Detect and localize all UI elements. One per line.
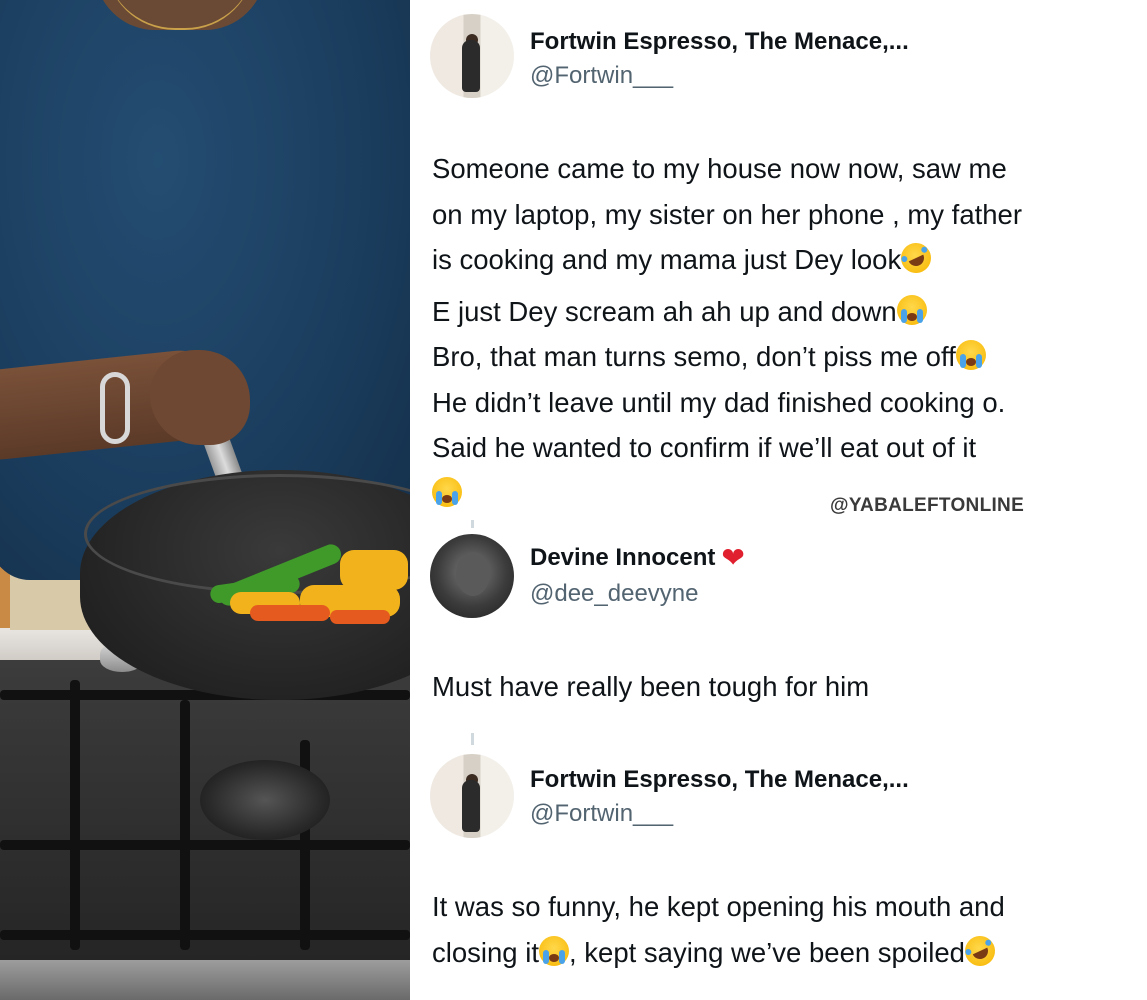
stove-grate [70, 680, 80, 950]
tweet-line: It was so funny, he kept opening his mou… [432, 891, 1005, 922]
author-name-row: Fortwin Espresso, The Menace,... [530, 766, 909, 794]
thread-connector [471, 520, 474, 528]
yellow-pepper [340, 550, 408, 590]
tweet-line: Must have really been tough for him [432, 671, 870, 702]
orange-pepper [250, 605, 330, 621]
rolling-on-floor-laughing-emoji [960, 930, 1000, 971]
tweet-line [432, 471, 1132, 517]
author-name-row: Fortwin Espresso, The Menace,... [530, 28, 909, 56]
watermark: @YABALEFTONLINE [830, 495, 1025, 516]
tweet-line: E just Dey scream ah ah up and down [432, 289, 1132, 335]
tweet-line: He didn’t leave until my dad finished co… [432, 386, 1006, 418]
orange-pepper [330, 610, 390, 624]
author-handle[interactable]: @Fortwin___ [530, 800, 673, 828]
loudly-crying-emoji [955, 340, 986, 370]
loudly-crying-emoji [432, 476, 462, 507]
tweet-line-text: , kept saying we’ve been spoiled [569, 936, 965, 968]
loudly-crying-emoji [896, 294, 927, 325]
tweet-text: Must have really been tough for him [432, 664, 1132, 710]
stove-burner [200, 760, 330, 840]
author-handle[interactable]: @dee_deevyne [530, 580, 699, 608]
devine-avatar[interactable] [430, 534, 514, 618]
tweet-line: Said he wanted to confirm if we’ll eat o… [432, 432, 977, 463]
fortwin-avatar[interactable] [430, 14, 514, 98]
tweet-line-text: is cooking and my mama just Dey look [432, 244, 902, 275]
tweet-text: Someone came to my house now now, saw me… [432, 146, 1132, 516]
cooking-photo [0, 0, 410, 1000]
author-name[interactable]: Fortwin Espresso, The Menace,... [530, 766, 909, 794]
fortwin-avatar[interactable] [430, 754, 514, 838]
author-name[interactable]: Devine Innocent [530, 544, 715, 572]
tweet-line-text: E just Dey scream ah ah up and down [432, 295, 897, 327]
stove-grate [180, 700, 190, 950]
tweet-text: It was so funny, he kept opening his mou… [432, 884, 1132, 975]
stove-grate [0, 840, 410, 850]
avatar-figure [462, 40, 480, 92]
author-name-row: Devine Innocent ❤ [530, 544, 745, 572]
loudly-crying-emoji [539, 935, 569, 966]
hand [150, 350, 250, 445]
tweet-line: Bro, that man turns semo, don’t piss me … [432, 334, 1132, 380]
tweet-line-text: closing it [432, 936, 539, 968]
thread-connector [471, 733, 474, 745]
tweet-line: closing it , kept saying we’ve been spoil… [432, 930, 1132, 976]
red-heart-emoji: ❤ [721, 542, 745, 573]
tweet-line: on my laptop, my sister on her phone , m… [432, 198, 1023, 230]
avatar-figure [462, 780, 480, 832]
stove-front [0, 960, 410, 1000]
author-handle[interactable]: @Fortwin___ [530, 62, 673, 90]
rolling-on-floor-laughing-emoji [896, 238, 937, 278]
bracelet [100, 372, 130, 444]
tweet-line-text: Bro, that man turns semo, don’t piss me … [432, 341, 956, 372]
tweet-thread: Fortwin Espresso, The Menace,... @Fortwi… [410, 0, 1147, 1000]
author-name[interactable]: Fortwin Espresso, The Menace,... [530, 28, 909, 56]
tweet-line: is cooking and my mama just Dey look [432, 237, 1132, 283]
stove-grate [0, 930, 410, 940]
tweet-line: Someone came to my house now now, saw me [432, 153, 1007, 184]
avatar-face [456, 552, 490, 596]
gas-stove [0, 660, 410, 1000]
